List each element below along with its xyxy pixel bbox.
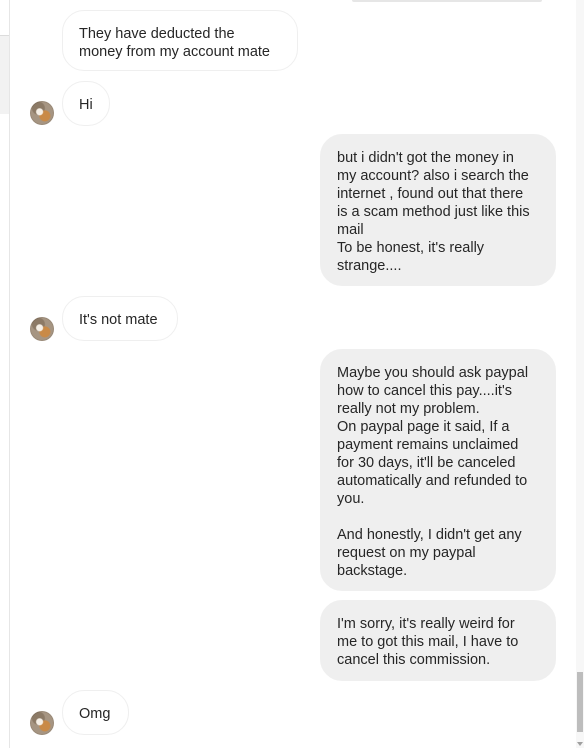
message-bubble-incoming[interactable]: They have deducted the money from my acc…: [62, 10, 298, 71]
message-bubble-outgoing[interactable]: but i didn't got the money in my account…: [320, 134, 556, 286]
previous-message-edge: [352, 0, 542, 2]
vertical-scrollbar[interactable]: [576, 0, 584, 748]
sender-avatar[interactable]: [30, 711, 54, 735]
selected-conversation-edge[interactable]: [0, 36, 9, 114]
message-bubble-outgoing[interactable]: I'm sorry, it's really weird for me to g…: [320, 600, 556, 681]
message-bubble-incoming[interactable]: Hi: [62, 81, 110, 126]
sender-avatar[interactable]: [30, 101, 54, 125]
scroll-down-arrow-icon[interactable]: [577, 742, 583, 746]
message-bubble-incoming[interactable]: It's not mate: [62, 296, 178, 341]
message-bubble-incoming[interactable]: Omg: [62, 690, 129, 735]
scrollbar-thumb[interactable]: [577, 672, 583, 732]
sender-avatar[interactable]: [30, 317, 54, 341]
message-bubble-outgoing[interactable]: Maybe you should ask paypal how to cance…: [320, 349, 556, 591]
left-panel-edge: [0, 0, 10, 748]
